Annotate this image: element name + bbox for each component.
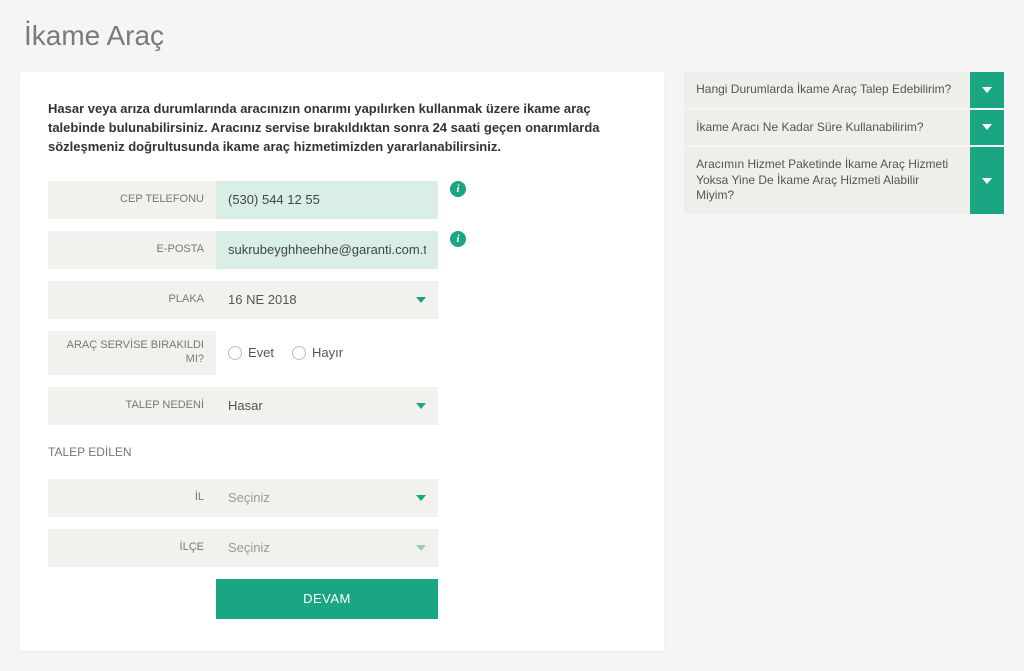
label-reason: TALEP NEDENİ bbox=[48, 387, 216, 425]
province-select[interactable]: Seçiniz bbox=[216, 479, 438, 517]
faq-toggle[interactable] bbox=[970, 72, 1004, 108]
reason-value: Hasar bbox=[228, 398, 263, 413]
email-input[interactable] bbox=[216, 231, 438, 269]
chevron-down-icon bbox=[416, 297, 426, 303]
faq-sidebar: Hangi Durumlarda İkame Araç Talep Edebil… bbox=[684, 72, 1004, 216]
chevron-down-icon bbox=[416, 495, 426, 501]
intro-text: Hasar veya arıza durumlarında aracınızın… bbox=[48, 100, 636, 157]
page-title: İkame Araç bbox=[24, 20, 1004, 52]
label-province: İL bbox=[48, 479, 216, 517]
radio-no-label: Hayır bbox=[312, 345, 343, 360]
chevron-down-icon bbox=[982, 124, 992, 130]
info-icon[interactable]: i bbox=[450, 181, 466, 197]
faq-toggle[interactable] bbox=[970, 110, 1004, 146]
phone-input[interactable] bbox=[216, 181, 438, 219]
reason-select[interactable]: Hasar bbox=[216, 387, 438, 425]
faq-item[interactable]: Aracımın Hizmet Paketinde İkame Araç Hiz… bbox=[684, 147, 970, 214]
chevron-down-icon bbox=[982, 178, 992, 184]
radio-icon bbox=[228, 346, 242, 360]
radio-yes-label: Evet bbox=[248, 345, 274, 360]
district-select[interactable]: Seçiniz bbox=[216, 529, 438, 567]
district-placeholder: Seçiniz bbox=[228, 540, 270, 555]
radio-no[interactable]: Hayır bbox=[292, 345, 343, 360]
faq-item[interactable]: İkame Aracı Ne Kadar Süre Kullanabilirim… bbox=[684, 110, 970, 146]
province-placeholder: Seçiniz bbox=[228, 490, 270, 505]
label-plate: PLAKA bbox=[48, 281, 216, 319]
radio-icon bbox=[292, 346, 306, 360]
section-requested: TALEP EDİLEN bbox=[48, 445, 636, 459]
form-card: Hasar veya arıza durumlarında aracınızın… bbox=[20, 72, 664, 651]
chevron-down-icon bbox=[416, 545, 426, 551]
label-phone: CEP TELEFONU bbox=[48, 181, 216, 219]
label-service-dropped: ARAÇ SERVİSE BIRAKILDI MI? bbox=[48, 331, 216, 375]
faq-toggle[interactable] bbox=[970, 147, 1004, 214]
plate-select[interactable]: 16 NE 2018 bbox=[216, 281, 438, 319]
submit-button[interactable]: DEVAM bbox=[216, 579, 438, 619]
label-email: E-POSTA bbox=[48, 231, 216, 269]
info-icon[interactable]: i bbox=[450, 231, 466, 247]
radio-yes[interactable]: Evet bbox=[228, 345, 274, 360]
label-district: İLÇE bbox=[48, 529, 216, 567]
faq-item[interactable]: Hangi Durumlarda İkame Araç Talep Edebil… bbox=[684, 72, 970, 108]
plate-value: 16 NE 2018 bbox=[228, 292, 297, 307]
chevron-down-icon bbox=[416, 403, 426, 409]
chevron-down-icon bbox=[982, 87, 992, 93]
